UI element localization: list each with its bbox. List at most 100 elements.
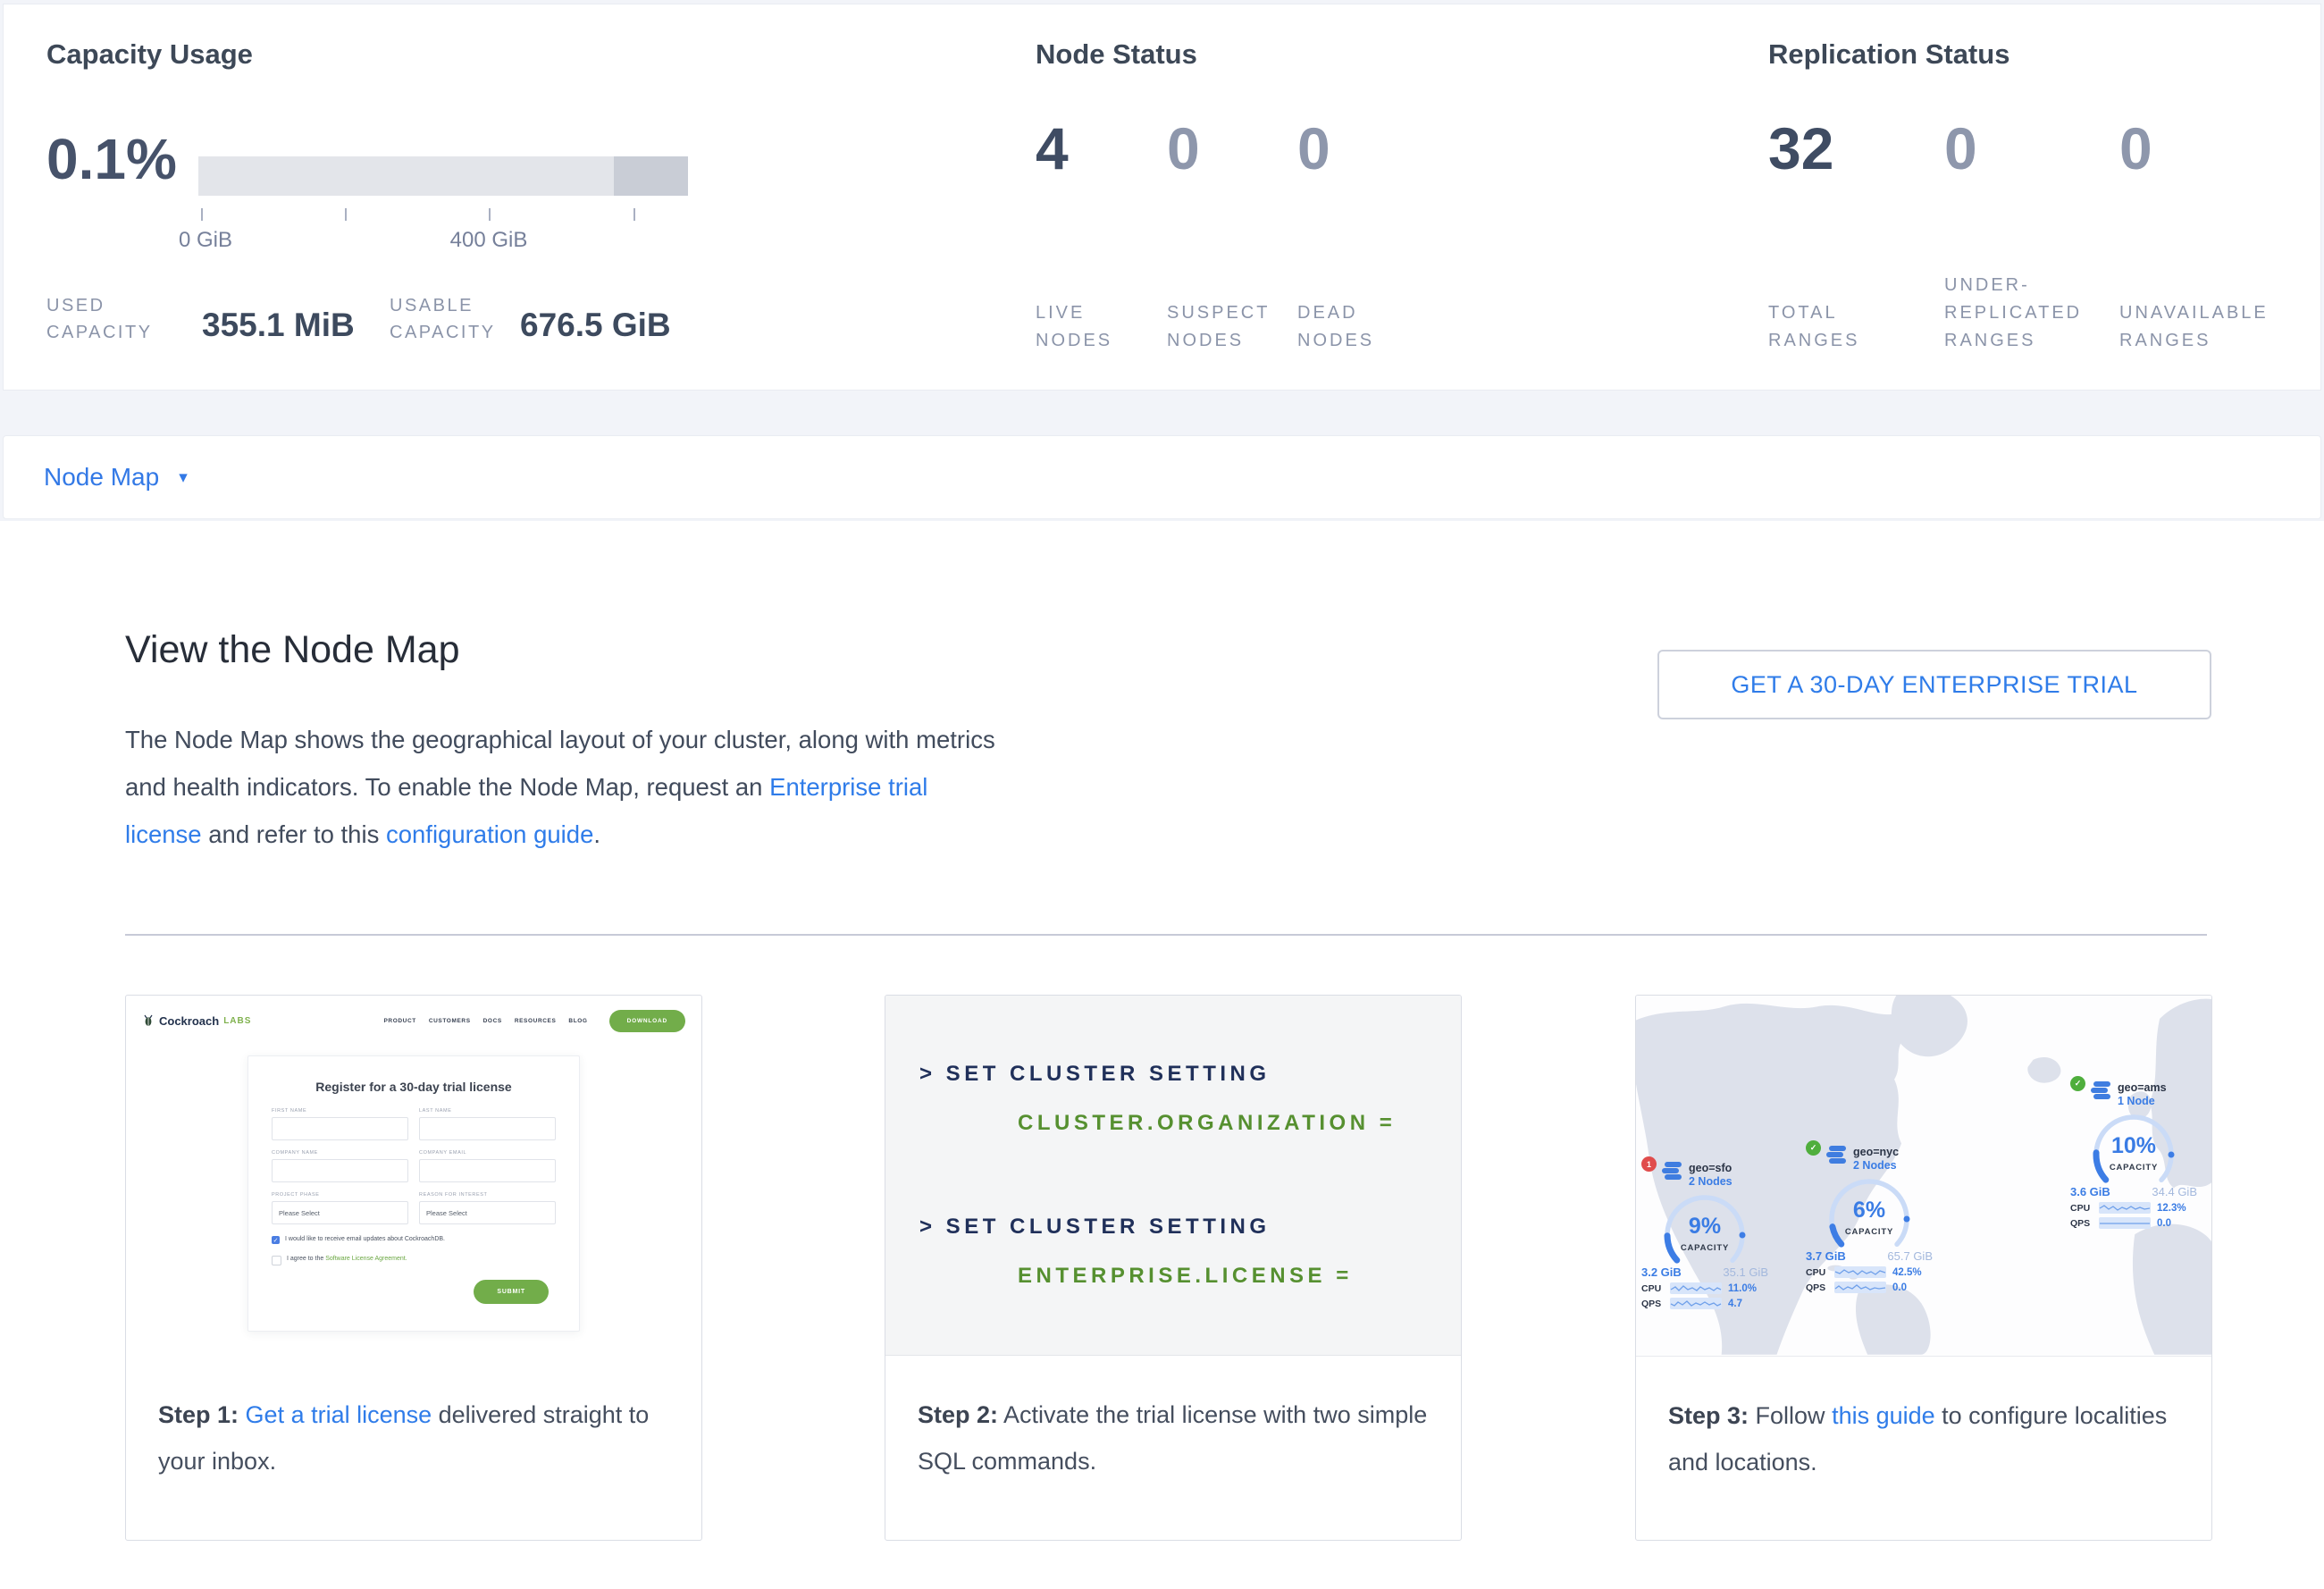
dead-nodes-value: 0 <box>1297 119 1421 178</box>
geo-ams-capacity-gauge: 10% CAPACITY <box>2091 1112 2177 1187</box>
chevron-down-icon: ▾ <box>179 467 188 488</box>
qps-sparkline <box>2099 1217 2151 1229</box>
mini-field-label: FIRST NAME <box>272 1108 408 1114</box>
geo-sfo-widget: 1 geo=sfo 2 Nodes <box>1641 1162 1768 1309</box>
cockroach-icon <box>142 1014 155 1029</box>
geo-sfo-capacity-gauge: 9% CAPACITY <box>1662 1192 1748 1267</box>
configuration-guide-link[interactable]: configuration guide <box>386 820 593 848</box>
mini-nav-resources: RESOURCES <box>515 1018 557 1024</box>
qps-sparkline <box>1834 1282 1886 1293</box>
cpu-sparkline <box>2099 1202 2151 1214</box>
mini-download-button: DOWNLOAD <box>609 1010 685 1032</box>
geo-ams-cpu-value: 12.3% <box>2157 1203 2186 1214</box>
step-3-card: 1 geo=sfo 2 Nodes <box>1635 995 2212 1541</box>
section-divider <box>125 934 2207 936</box>
geo-sfo-cpu-value: 11.0% <box>1728 1283 1757 1294</box>
mini-field-reason: REASON FOR INTEREST Please Select <box>419 1192 556 1224</box>
mini-field-company-name: COMPANY NAME <box>272 1150 408 1182</box>
mini-nav-blog: BLOG <box>568 1018 587 1024</box>
sql-set-cluster-setting-2: > SET CLUSTER SETTING <box>919 1215 1461 1240</box>
geo-sfo-node-count: 2 Nodes <box>1689 1175 1733 1189</box>
qps-label: QPS <box>2070 1218 2094 1229</box>
node-map-placeholder-content: View the Node Map The Node Map shows the… <box>0 521 2324 1589</box>
capacity-gauge-label: CAPACITY <box>2091 1163 2177 1173</box>
mini-checkbox-updates-label: I would like to receive email updates ab… <box>285 1236 445 1242</box>
trial-registration-form: Register for a 30-day trial license FIRS… <box>248 1055 580 1332</box>
geo-nyc-capacity-percent: 6% <box>1826 1198 1912 1223</box>
mini-select: Please Select <box>419 1201 556 1224</box>
geo-ams-name: geo=ams <box>2118 1081 2167 1095</box>
cpu-label: CPU <box>2070 1203 2094 1214</box>
get-trial-license-link[interactable]: Get a trial license <box>246 1401 432 1428</box>
live-nodes-value: 4 <box>1036 119 1159 178</box>
mini-site-nav: PRODUCT CUSTOMERS DOCS RESOURCES BLOG DO… <box>383 1010 685 1032</box>
step-1-caption: Step 1: Get a trial license delivered st… <box>126 1356 701 1484</box>
under-replicated-ranges-label: UNDER-REPLICATED RANGES <box>1944 272 2114 355</box>
usable-capacity-value: 676.5 GiB <box>520 307 671 344</box>
live-nodes-label: LIVE NODES <box>1036 299 1159 355</box>
total-ranges-value: 32 <box>1768 119 1929 178</box>
checkbox-empty-icon <box>272 1256 281 1265</box>
used-capacity-label: USED CAPACITY <box>46 292 152 346</box>
capacity-gauge-label: CAPACITY <box>1662 1243 1748 1253</box>
step-3-caption: Step 3: Follow this guide to configure l… <box>1636 1357 2211 1485</box>
geo-nyc-capacity-gauge: 6% CAPACITY <box>1826 1176 1912 1251</box>
database-stack-icon <box>1662 1162 1683 1181</box>
ok-check-icon: ✓ <box>2070 1076 2085 1091</box>
suspect-nodes-value: 0 <box>1167 119 1290 178</box>
dead-nodes-label: DEAD NODES <box>1297 299 1421 355</box>
geo-ams-node-count: 1 Node <box>2118 1095 2167 1108</box>
trial-license-form-thumbnail: Cockroach LABS PRODUCT CUSTOMERS DOCS RE… <box>126 996 701 1356</box>
under-replicated-ranges-value: 0 <box>1944 119 2114 178</box>
checkbox-checked-icon: ✓ <box>272 1236 280 1244</box>
live-nodes-metric: 4 LIVE NODES <box>1036 119 1159 355</box>
brand-suffix: LABS <box>223 1016 251 1026</box>
axis-tick <box>633 208 635 221</box>
step-1-label: Step 1: <box>158 1401 239 1428</box>
enterprise-trial-button[interactable]: GET A 30-DAY ENTERPRISE TRIAL <box>1657 650 2211 719</box>
sql-cluster-organization: CLUSTER.ORGANIZATION = <box>1018 1111 1461 1136</box>
mini-field-label: COMPANY EMAIL <box>419 1150 556 1156</box>
mini-field-label: LAST NAME <box>419 1108 556 1114</box>
qps-label: QPS <box>1641 1299 1665 1309</box>
capacity-bar-used-segment <box>614 156 688 196</box>
geo-sfo-qps-value: 4.7 <box>1728 1299 1742 1309</box>
mini-site-header: Cockroach LABS PRODUCT CUSTOMERS DOCS RE… <box>126 996 701 1032</box>
geo-ams-qps-value: 0.0 <box>2157 1218 2171 1229</box>
this-guide-link[interactable]: this guide <box>1832 1402 1935 1429</box>
mini-text-input <box>419 1117 556 1140</box>
capacity-bar-chart <box>198 156 688 196</box>
used-capacity-value: 355.1 MiB <box>202 307 355 344</box>
cockroach-labs-logo: Cockroach LABS <box>142 1014 251 1029</box>
replication-status-title: Replication Status <box>1768 38 2009 71</box>
mini-text-input <box>272 1159 408 1182</box>
mini-form-title: Register for a 30-day trial license <box>272 1080 556 1094</box>
qps-label: QPS <box>1806 1282 1830 1293</box>
error-badge-icon: 1 <box>1641 1156 1657 1172</box>
mini-nav-customers: CUSTOMERS <box>429 1018 471 1024</box>
node-map-preview: 1 geo=sfo 2 Nodes <box>1636 996 2211 1357</box>
step-2-label: Step 2: <box>918 1401 998 1428</box>
intro-text-3: . <box>593 820 600 848</box>
axis-tick <box>489 208 491 221</box>
node-map-dropdown[interactable]: Node Map ▾ <box>44 463 188 492</box>
unavailable-ranges-label: UNAVAILABLE RANGES <box>2119 299 2298 355</box>
step-2-card: > SET CLUSTER SETTING CLUSTER.ORGANIZATI… <box>885 995 1462 1541</box>
brand-name: Cockroach <box>159 1014 219 1028</box>
cpu-sparkline <box>1834 1266 1886 1278</box>
total-ranges-label: TOTAL RANGES <box>1768 299 1929 355</box>
intro-paragraph: The Node Map shows the geographical layo… <box>125 716 1001 858</box>
cpu-sparkline <box>1670 1282 1722 1294</box>
mini-field-last-name: LAST NAME <box>419 1108 556 1140</box>
step-2-caption: Step 2: Activate the trial license with … <box>885 1356 1461 1484</box>
node-map-dropdown-label: Node Map <box>44 463 159 492</box>
mini-nav-docs: DOCS <box>483 1018 502 1024</box>
geo-nyc-widget: ✓ geo=nyc 2 Nodes <box>1806 1146 1933 1293</box>
database-stack-icon <box>2091 1081 2112 1101</box>
geo-ams-capacity-percent: 10% <box>2091 1133 2177 1159</box>
mini-checkbox-row-license: I agree to the Software License Agreemen… <box>272 1256 556 1265</box>
database-stack-icon <box>1826 1146 1848 1165</box>
capacity-usage-title: Capacity Usage <box>46 38 253 71</box>
mini-checkbox-row-updates: ✓ I would like to receive email updates … <box>272 1236 556 1244</box>
mini-field-company-email: COMPANY EMAIL <box>419 1150 556 1182</box>
